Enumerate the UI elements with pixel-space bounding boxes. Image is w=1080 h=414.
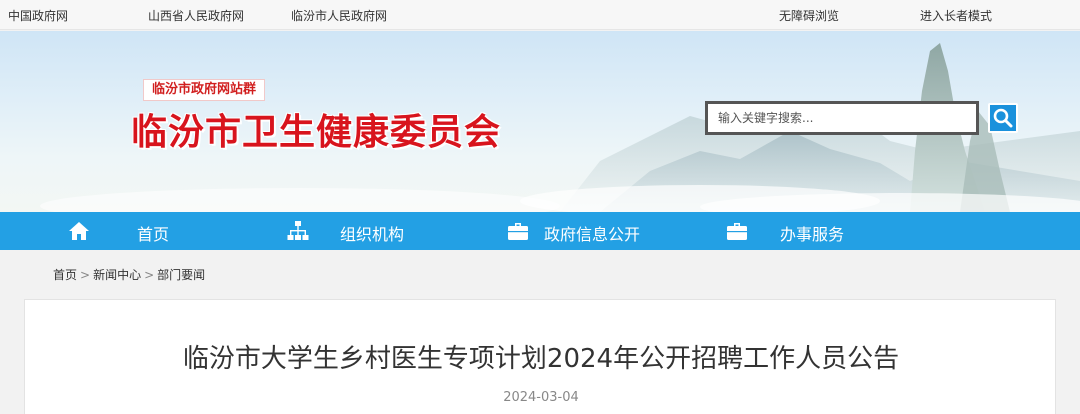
link-linfen-gov[interactable]: 临汾市人民政府网: [291, 7, 387, 24]
site-title: 临汾市卫生健康委员会: [131, 111, 502, 153]
breadcrumb-news-center[interactable]: 新闻中心: [93, 268, 141, 282]
article-date: 2024-03-04: [503, 390, 579, 405]
org-chart-icon: [287, 221, 309, 240]
search-box: [705, 101, 979, 135]
link-china-gov[interactable]: 中国政府网: [8, 7, 68, 24]
breadcrumb: 首页 > 新闻中心 > 部门要闻: [53, 266, 205, 283]
search-button[interactable]: [988, 103, 1018, 133]
breadcrumb-department-news[interactable]: 部门要闻: [157, 268, 205, 282]
home-icon: [69, 222, 89, 240]
elder-mode-link[interactable]: 进入长者模式: [920, 7, 992, 24]
briefcase-icon: [508, 223, 528, 240]
nav-item-label: 首页: [137, 225, 170, 244]
search-input[interactable]: [708, 104, 976, 132]
briefcase-icon: [727, 223, 747, 240]
nav-item-label: 组织机构: [340, 225, 405, 244]
article-title: 临汾市大学生乡村医生专项计划2024年公开招聘工作人员公告: [182, 344, 900, 374]
nav-item-label: 办事服务: [780, 225, 845, 244]
search-icon: [993, 108, 1013, 128]
breadcrumb-separator: >: [144, 268, 155, 282]
main-nav: 首页 组织机构 政府信息公开 办事服务: [0, 212, 1080, 250]
breadcrumb-separator: >: [80, 268, 91, 282]
link-shanxi-gov[interactable]: 山西省人民政府网: [148, 7, 244, 24]
breadcrumb-home[interactable]: 首页: [53, 268, 77, 282]
header-banner: 临汾市政府网站群 临汾市卫生健康委员会: [0, 31, 1080, 212]
site-group-label: 临汾市政府网站群: [143, 79, 266, 101]
top-utility-bar: 中国政府网 山西省人民政府网 临汾市人民政府网 无障碍浏览 进入长者模式: [0, 0, 1080, 30]
accessibility-link[interactable]: 无障碍浏览: [779, 7, 839, 24]
article-card: 临汾市大学生乡村医生专项计划2024年公开招聘工作人员公告 2024-03-04: [24, 299, 1056, 414]
nav-item-label: 政府信息公开: [544, 225, 641, 244]
